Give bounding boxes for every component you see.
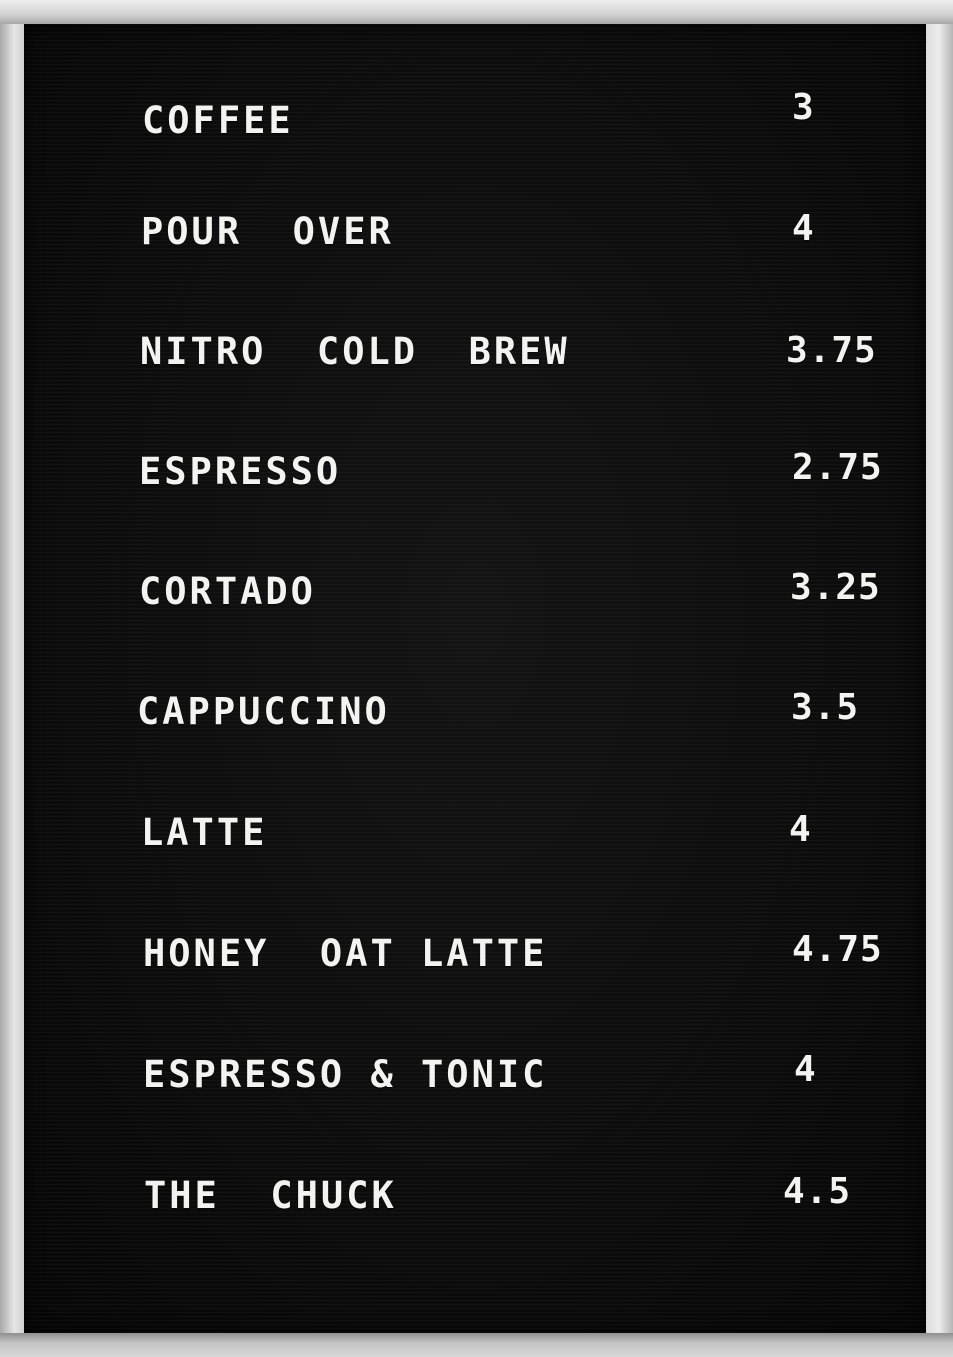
menu-item-price: 3.25 [790,567,881,608]
menu-item-price: 3 [792,87,815,128]
menu-item-price: 4.75 [792,929,883,970]
menu-item-name: COFFEE [142,99,294,142]
menu-item-price: 4.5 [783,1171,852,1212]
menu-item-name: ESPRESSO [139,450,342,493]
menu-letterboard: COFFEE 3 POUR OVER 4 NITRO COLD BREW 3.7… [24,24,926,1333]
letterboard-frame: COFFEE 3 POUR OVER 4 NITRO COLD BREW 3.7… [0,0,953,1357]
menu-item-price: 4 [792,208,815,249]
menu-item-price: 2.75 [792,447,883,488]
menu-item-price: 3.5 [791,687,860,728]
menu-item-price: 3.75 [786,330,877,371]
menu-item-price: 4 [794,1049,817,1090]
menu-item-name: POUR OVER [141,210,394,253]
menu-item-name: CAPPUCCINO [137,690,390,733]
menu-item-name: HONEY OAT LATTE [143,932,548,975]
menu-item-name: NITRO COLD BREW [140,330,570,373]
frame-top-edge [0,0,953,24]
menu-item-name: THE CHUCK [144,1174,397,1217]
frame-bottom-edge [0,1333,953,1357]
menu-item-price: 4 [789,809,812,850]
menu-item-name: CORTADO [139,570,316,613]
menu-item-name: LATTE [141,811,268,854]
menu-item-name: ESPRESSO & TONIC [143,1053,548,1096]
